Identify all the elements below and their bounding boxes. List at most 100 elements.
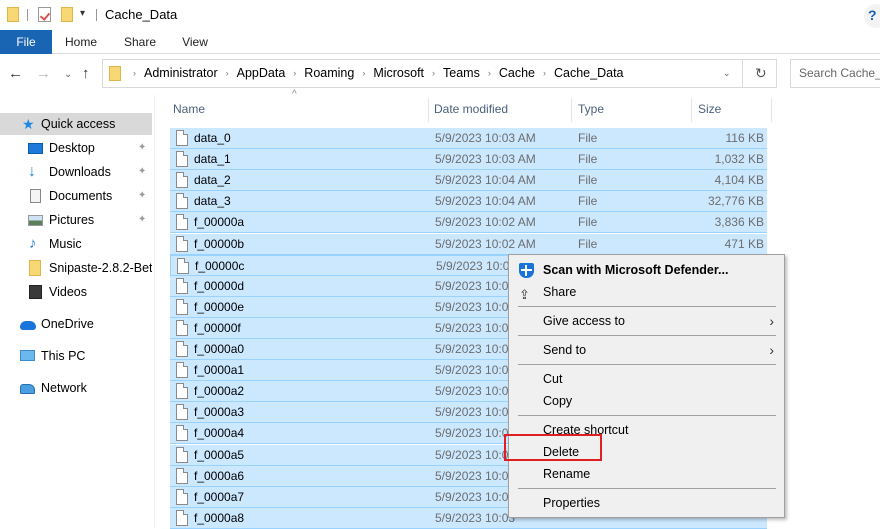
file-icon xyxy=(176,404,188,421)
breadcrumb-administrator[interactable]: Administrator xyxy=(144,60,218,87)
file-name: data_3 xyxy=(194,194,231,209)
sidebar-item-network[interactable]: Network xyxy=(0,377,152,399)
chevron-right-icon[interactable]: › xyxy=(293,60,296,87)
file-date-modified: 5/9/2023 10:03 AM xyxy=(435,152,536,167)
desktop-icon xyxy=(28,143,43,154)
pin-icon[interactable]: ✦ xyxy=(138,161,146,183)
up-button[interactable]: ↑ xyxy=(82,66,90,82)
file-date-modified: 5/9/2023 10:02 AM xyxy=(435,215,536,230)
refresh-button[interactable]: ↻ xyxy=(755,65,767,82)
file-date-modified: 5/9/2023 10:02 xyxy=(435,278,516,293)
sidebar-item-onedrive[interactable]: OneDrive xyxy=(0,313,152,335)
menu-item-label: Give access to xyxy=(543,314,625,328)
breadcrumb-teams[interactable]: Teams xyxy=(443,60,480,87)
file-icon xyxy=(176,341,188,357)
address-bar[interactable]: › Administrator › AppData › Roaming › Mi… xyxy=(102,59,777,88)
sidebar-item-documents[interactable]: Documents ✦ xyxy=(0,185,152,207)
chevron-right-icon[interactable]: › xyxy=(488,60,491,87)
file-row[interactable]: data_2 5/9/2023 10:04 AM File 4,104 KB xyxy=(170,170,767,192)
help-icon[interactable]: ? xyxy=(864,4,880,28)
tab-share[interactable]: Share xyxy=(114,30,166,54)
file-name: f_0000a1 xyxy=(194,363,245,378)
file-row[interactable]: data_3 5/9/2023 10:04 AM File 32,776 KB xyxy=(170,191,767,213)
file-row[interactable]: f_00000a 5/9/2023 10:02 AM File 3,836 KB xyxy=(170,212,767,234)
customize-toolbar-dropdown[interactable]: ▾ xyxy=(80,8,85,19)
sidebar-item-this-pc[interactable]: This PC xyxy=(0,345,152,367)
breadcrumb-cache-data[interactable]: Cache_Data xyxy=(554,60,624,87)
menu-item-cut[interactable]: Cut xyxy=(511,368,782,390)
breadcrumb-roaming[interactable]: Roaming xyxy=(304,60,354,87)
column-divider[interactable] xyxy=(571,98,572,122)
file-date-modified: 5/9/2023 10:02 AM xyxy=(435,236,536,251)
file-type: File xyxy=(578,131,598,145)
sort-ascending-icon: ^ xyxy=(292,89,297,100)
sidebar-item-label: Documents xyxy=(49,189,113,203)
file-name: f_0000a2 xyxy=(194,384,245,399)
tab-file[interactable]: File xyxy=(0,30,52,54)
sidebar-item-pictures[interactable]: Pictures ✦ xyxy=(0,209,152,231)
file-icon xyxy=(176,467,188,484)
file-row[interactable]: f_00000b 5/9/2023 10:02 AM File 471 KB xyxy=(170,233,767,255)
downloads-icon: ↓ xyxy=(28,163,36,180)
sidebar-item-downloads[interactable]: ↓ Downloads ✦ xyxy=(0,161,152,183)
column-header-type[interactable]: Type xyxy=(578,95,604,123)
delete-highlight-annotation xyxy=(504,434,602,461)
sidebar-item-snipaste[interactable]: Snipaste-2.8.2-Beta- xyxy=(0,257,152,279)
tab-view[interactable]: View xyxy=(172,30,218,54)
file-name: f_00000b xyxy=(194,236,245,251)
file-row[interactable]: data_1 5/9/2023 10:03 AM File 1,032 KB xyxy=(170,149,767,171)
file-date-modified: 5/9/2023 10:03 xyxy=(435,468,516,483)
recent-locations-button[interactable]: ⌄ xyxy=(64,67,72,83)
file-icon xyxy=(176,193,188,210)
file-name: f_0000a0 xyxy=(194,342,245,356)
menu-item-rename[interactable]: Rename xyxy=(511,463,782,485)
forward-button[interactable]: → xyxy=(36,66,51,82)
file-name: f_0000a4 xyxy=(194,426,245,441)
chevron-right-icon[interactable]: › xyxy=(432,60,435,87)
properties-icon[interactable] xyxy=(38,7,51,22)
menu-item-give-access[interactable]: Give access to › xyxy=(511,310,782,332)
breadcrumb-appdata[interactable]: AppData xyxy=(237,60,286,87)
chevron-right-icon[interactable]: › xyxy=(543,60,546,87)
column-divider[interactable] xyxy=(428,98,429,122)
chevron-right-icon[interactable]: › xyxy=(226,60,229,87)
sidebar-item-videos[interactable]: Videos xyxy=(0,281,152,303)
pin-icon[interactable]: ✦ xyxy=(138,137,146,159)
chevron-right-icon[interactable]: › xyxy=(362,60,365,87)
menu-separator xyxy=(518,335,776,336)
back-button[interactable]: ← xyxy=(8,66,23,82)
file-icon xyxy=(176,509,188,526)
window-title: Cache_Data xyxy=(105,7,178,22)
documents-icon xyxy=(30,189,41,203)
column-header-size[interactable]: Size xyxy=(698,95,721,123)
file-icon xyxy=(176,172,188,189)
menu-item-scan-defender[interactable]: Scan with Microsoft Defender... xyxy=(511,259,782,281)
menu-item-send-to[interactable]: Send to › xyxy=(511,339,782,361)
new-folder-icon[interactable] xyxy=(61,7,73,22)
column-divider[interactable] xyxy=(691,98,692,122)
breadcrumb-cache[interactable]: Cache xyxy=(499,60,535,87)
column-header-date[interactable]: Date modified xyxy=(434,95,508,123)
pin-icon[interactable]: ✦ xyxy=(138,209,146,231)
tab-home[interactable]: Home xyxy=(56,30,106,54)
menu-item-properties[interactable]: Properties xyxy=(511,492,782,514)
chevron-right-icon[interactable]: › xyxy=(133,60,136,87)
file-size: 4,104 KB xyxy=(714,173,764,188)
sidebar-item-quick-access[interactable]: ★ Quick access xyxy=(0,113,152,135)
menu-item-share[interactable]: ⇪ Share xyxy=(511,281,782,303)
computer-icon xyxy=(20,350,35,361)
address-history-dropdown[interactable]: ⌄ xyxy=(723,68,731,79)
pin-icon[interactable]: ✦ xyxy=(138,185,146,207)
column-divider[interactable] xyxy=(771,98,772,122)
folder-icon xyxy=(29,260,41,276)
search-input[interactable]: Search Cache_Data xyxy=(790,59,880,88)
menu-item-copy[interactable]: Copy xyxy=(511,390,782,412)
sidebar-item-music[interactable]: ♪ Music xyxy=(0,233,152,255)
breadcrumb-microsoft[interactable]: Microsoft xyxy=(373,60,424,87)
menu-separator xyxy=(518,306,776,307)
file-row[interactable]: data_0 5/9/2023 10:03 AM File 116 KB xyxy=(170,128,767,149)
column-header-name[interactable]: Name xyxy=(173,95,205,123)
defender-shield-icon xyxy=(519,263,534,278)
sidebar-item-desktop[interactable]: Desktop ✦ xyxy=(0,137,152,159)
file-icon xyxy=(176,362,188,379)
